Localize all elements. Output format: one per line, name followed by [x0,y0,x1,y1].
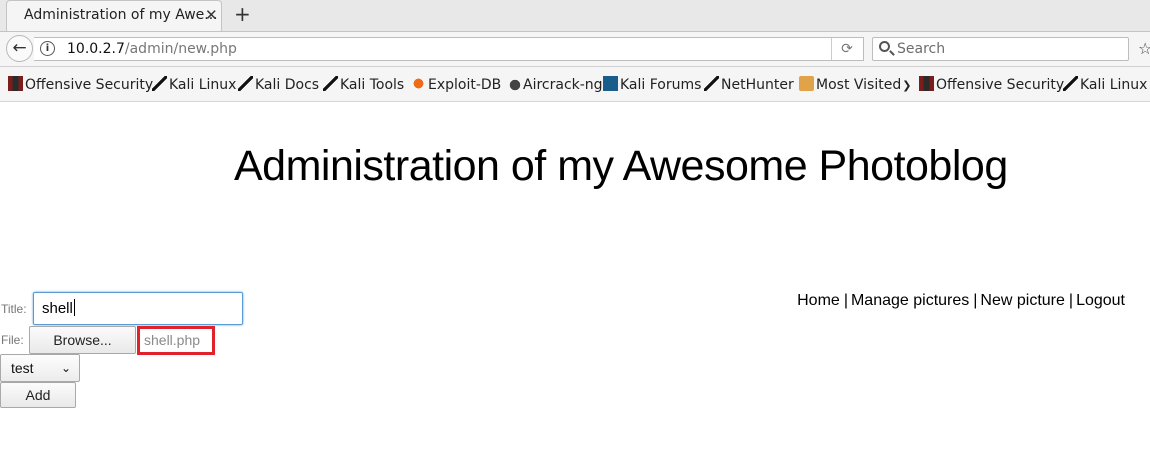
page-title: Administration of my Awesome Photoblog [234,142,1008,190]
search-icon [879,41,890,52]
bookmark-offensive-security[interactable]: Offensive Security [8,76,153,93]
aircrack-icon [506,76,521,91]
nav-separator: | [843,292,848,309]
kali-icon [238,76,253,91]
nav-new-picture-link[interactable]: New picture [980,292,1064,309]
bookmark-nethunter[interactable]: NetHunter [704,76,794,93]
title-input-value: shell [42,300,73,317]
offsec-icon [919,76,934,91]
bookmark-label: Kali Docs [255,77,320,93]
bookmark-aircrack-ng[interactable]: Aircrack-ng [506,76,603,93]
bookmark-label: Kali Linux [169,77,237,93]
navigation-bar: ← i 10.0.2.7/admin/new.php ⟳ Search ☆ [0,32,1150,67]
bookmark-label: Exploit-DB [428,77,502,93]
site-nav: Home | Manage pictures | New picture | Logout [797,292,1125,310]
add-button[interactable]: Add [0,382,76,408]
kali-icon [704,76,719,91]
bookmark-kali-linux[interactable]: Kali Linux [152,76,236,93]
search-input[interactable]: Search [872,37,1129,61]
bookmark-most-visited[interactable]: Most Visited❯ [799,76,911,93]
browse-button[interactable]: Browse... [29,326,136,354]
chevron-down-icon: ❯ [902,79,912,92]
category-select-value: test [11,360,34,376]
bookmark-offensive-security-2[interactable]: Offensive Security [919,76,1064,93]
new-tab-icon[interactable]: + [234,2,251,26]
bookmark-label: Aircrack-ng [523,77,603,93]
nav-logout-link[interactable]: Logout [1076,292,1125,309]
kali-icon [1063,76,1078,91]
bookmark-label: Most Visited [816,77,902,93]
url-path: /admin/new.php [124,41,237,57]
forums-icon [603,76,618,91]
bookmark-kali-forums[interactable]: Kali Forums [603,76,701,93]
tab-title: Administration of my Awe... [24,7,218,23]
bookmark-label: Kali Linux [1080,77,1148,93]
exploit-db-icon [411,76,426,91]
text-caret [73,299,75,316]
file-label: File: [1,333,24,347]
kali-icon [152,76,167,91]
nav-separator: | [1068,292,1074,309]
tab-strip: Administration of my Awe... ✕ + [0,0,1150,32]
bookmark-kali-docs[interactable]: Kali Docs [238,76,319,93]
nav-separator: | [973,292,978,309]
bookmark-kali-linux-2[interactable]: Kali Linux [1063,76,1147,93]
bookmark-label: NetHunter [721,77,794,93]
bookmark-label: Kali Forums [620,77,702,93]
bookmark-label: Offensive Security [936,77,1065,93]
info-icon[interactable]: i [40,41,55,56]
folder-icon [799,76,814,91]
kali-icon [323,76,338,91]
reload-icon[interactable]: ⟳ [831,38,862,60]
title-label: Title: [1,302,27,316]
bookmark-label: Offensive Security [25,77,154,93]
offsec-icon [8,76,23,91]
bookmark-label: Kali Tools [340,77,405,93]
search-placeholder: Search [897,41,946,57]
selected-file-name: shell.php [137,326,215,355]
url-host: 10.0.2.7 [67,41,125,57]
url-text: 10.0.2.7/admin/new.php [67,41,237,57]
close-icon[interactable]: ✕ [205,6,218,24]
bookmark-kali-tools[interactable]: Kali Tools [323,76,404,93]
nav-home-link[interactable]: Home [797,292,840,309]
bookmarks-toolbar: Offensive Security Kali Linux Kali Docs … [0,67,1150,102]
browser-tab[interactable]: Administration of my Awe... ✕ [6,0,222,31]
category-select[interactable]: test ⌄ [0,354,80,382]
title-input[interactable]: shell [33,292,243,325]
back-button[interactable]: ← [6,35,33,62]
bookmark-exploit-db[interactable]: Exploit-DB [411,76,501,93]
nav-manage-pictures-link[interactable]: Manage pictures [851,292,969,309]
back-arrow-icon: ← [12,38,27,58]
url-bar[interactable]: i 10.0.2.7/admin/new.php ⟳ [34,37,864,61]
bookmark-star-icon[interactable]: ☆ [1138,39,1150,58]
chevron-down-icon: ⌄ [60,361,71,375]
